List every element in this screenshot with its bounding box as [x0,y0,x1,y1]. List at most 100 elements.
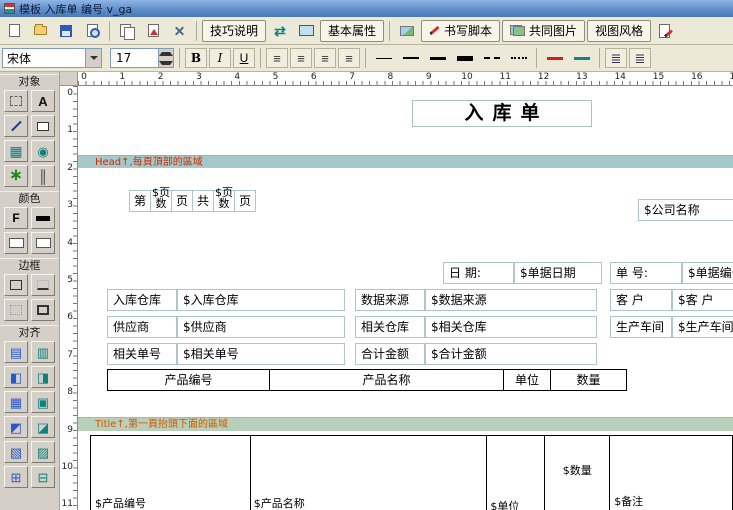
select-tool-button[interactable] [4,90,28,112]
cut-button[interactable] [167,19,191,43]
teal-line-button[interactable] [569,48,594,68]
total-amount-value[interactable]: $合计金额 [425,343,597,365]
workshop-label[interactable]: 生产车间 [610,316,672,338]
align-center-h-button[interactable]: ▦ [4,391,28,413]
save-button[interactable] [54,19,78,43]
total-amount-label[interactable]: 合计金额 [355,343,425,365]
insert-image-button[interactable] [395,19,419,43]
bold-button[interactable]: B [185,48,207,68]
line-width-4-button[interactable] [452,48,477,68]
dotted-line-button[interactable] [506,48,531,68]
font-combo-dropdown[interactable] [85,49,101,67]
detail-col-quantity[interactable]: $数量 [545,436,610,510]
underline-button[interactable]: U [233,48,255,68]
shared-images-button[interactable]: 共同图片 [502,20,585,42]
detail-col-unit[interactable]: $单位 [487,436,545,510]
same-height-button[interactable]: ◪ [31,416,55,438]
align-top-edge-button[interactable]: ◧ [4,366,28,388]
page-cell-di[interactable]: 第 [129,190,151,212]
related-warehouse-label[interactable]: 相关仓库 [355,316,425,338]
warehouse-in-value[interactable]: $入库仓库 [177,289,345,311]
detail-table[interactable]: $产品编号 $产品名称 $单位 $数量 $备注 [90,435,733,510]
line-tool-button[interactable] [4,115,28,137]
same-width-button[interactable]: ◩ [4,416,28,438]
italic-button[interactable]: I [209,48,231,68]
line-width-1-button[interactable] [371,48,396,68]
distribute-h-button[interactable]: ▨ [31,441,55,463]
size-up-button[interactable] [159,49,173,58]
font-color-button[interactable]: F [4,207,28,229]
title-band[interactable]: Title↑,第一頁抬頭下面的區域 [78,417,733,431]
background-color-button[interactable] [31,232,55,254]
preview-button[interactable] [80,19,104,43]
related-docno-label[interactable]: 相关单号 [107,343,177,365]
tips-button[interactable]: 技巧说明 [202,20,266,42]
open-button[interactable] [28,19,52,43]
basic-properties-button[interactable]: 基本属性 [320,20,384,42]
swap-button[interactable]: ⇄ [268,19,292,43]
copy-button[interactable] [115,19,139,43]
titlebar[interactable]: 模板 入库单 编号 v_ga [0,0,733,17]
col-header-quantity[interactable]: 数量 [550,369,627,391]
new-button[interactable] [2,19,26,43]
col-header-unit[interactable]: 单位 [503,369,551,391]
same-size-button[interactable]: ▧ [4,441,28,463]
border-thick-button[interactable] [31,299,55,321]
date-value-field[interactable]: $单据日期 [514,262,602,284]
design-canvas[interactable]: 入库单 Head↑,每頁頂部的區域 第 $页数 页 共 $页数 页 $公司名称 … [78,86,733,510]
view-style-button[interactable]: 视图风格 [587,20,651,42]
col-header-product-code[interactable]: 产品编号 [107,369,270,391]
data-source-value[interactable]: $数据来源 [425,289,597,311]
align-left-edge-button[interactable]: ▤ [4,341,28,363]
col-header-product-name[interactable]: 产品名称 [269,369,504,391]
page-cell-total[interactable]: $页数 [213,190,235,212]
write-script-button[interactable]: 书写脚本 [421,20,500,42]
font-size-spinner[interactable]: 17 [110,48,174,68]
align-right-button[interactable]: ≡ [314,48,336,68]
border-all-button[interactable] [4,274,28,296]
customer-value[interactable]: $客 户 [672,289,733,311]
supplier-value[interactable]: $供应商 [177,316,345,338]
line-spacing-button[interactable]: ≣ [605,48,627,68]
align-bottom-edge-button[interactable]: ◨ [31,366,55,388]
page-cell-gong[interactable]: 共 [192,190,214,212]
date-label-field[interactable]: 日 期: [443,262,514,284]
size-down-button[interactable] [159,58,173,67]
star-tool-button[interactable]: ∗ [4,165,28,187]
border-bottom-button[interactable] [31,274,55,296]
related-warehouse-value[interactable]: $相关仓库 [425,316,597,338]
line-color-button[interactable] [31,207,55,229]
distribute-v-button[interactable]: ⊞ [4,466,28,488]
paste-button[interactable] [141,19,165,43]
line-width-2-button[interactable] [398,48,423,68]
dashed-line-button[interactable] [479,48,504,68]
company-name-field[interactable]: $公司名称 [638,199,733,221]
detail-col-product-code[interactable]: $产品编号 [91,436,251,510]
workshop-value[interactable]: $生产车间 [672,316,733,338]
page-cell-pagenum[interactable]: $页数 [150,190,172,212]
snap-grid-button[interactable]: ⊟ [31,466,55,488]
related-docno-value[interactable]: $相关单号 [177,343,345,365]
warehouse-in-label[interactable]: 入库仓库 [107,289,177,311]
align-center-button[interactable]: ≡ [290,48,312,68]
data-source-label[interactable]: 数据来源 [355,289,425,311]
border-none-button[interactable] [4,299,28,321]
docno-value-field[interactable]: $单据编号 [682,262,733,284]
rect-tool-button[interactable] [31,115,55,137]
align-justify-button[interactable]: ≡ [338,48,360,68]
ellipse-tool-button[interactable]: ◉ [31,140,55,162]
fill-color-button[interactable] [4,232,28,254]
align-left-button[interactable]: ≡ [266,48,288,68]
table-tool-button[interactable]: ▦ [4,140,28,162]
columns-tool-button[interactable]: ║ [31,165,55,187]
text-tool-button[interactable]: A [31,90,55,112]
head-band[interactable]: Head↑,每頁頂部的區域 [78,155,733,168]
customer-label[interactable]: 客 户 [610,289,672,311]
font-family-combo[interactable]: 宋体 [2,48,102,68]
line-width-3-button[interactable] [425,48,450,68]
detail-col-product-name[interactable]: $产品名称 [251,436,488,510]
align-right-edge-button[interactable]: ▥ [31,341,55,363]
screen-button[interactable] [294,19,318,43]
form-title-object[interactable]: 入库单 [412,100,592,127]
red-line-button[interactable] [542,48,567,68]
